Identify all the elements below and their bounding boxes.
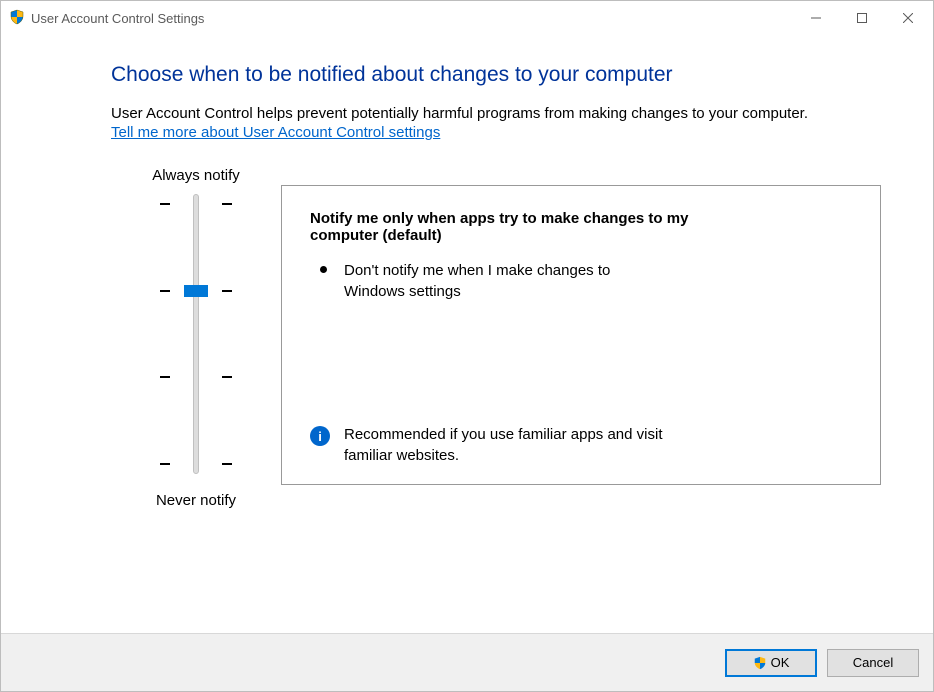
slider-tick (222, 463, 232, 465)
learn-more-link[interactable]: Tell me more about User Account Control … (111, 124, 440, 141)
page-heading: Choose when to be notified about changes… (111, 63, 881, 87)
info-icon: i (310, 426, 330, 446)
maximize-button[interactable] (839, 3, 885, 33)
uac-shield-icon (9, 9, 25, 28)
slider-track (193, 194, 199, 474)
slider-tick (160, 203, 170, 205)
window-title: User Account Control Settings (31, 11, 204, 26)
minimize-button[interactable] (793, 3, 839, 33)
slider-tick (160, 463, 170, 465)
slider-tick (222, 290, 232, 292)
notification-slider[interactable] (166, 194, 226, 474)
slider-top-label: Always notify (111, 167, 281, 184)
panel-title: Notify me only when apps try to make cha… (310, 210, 690, 244)
content-area: Choose when to be notified about changes… (1, 35, 933, 633)
panel-bullets: Don't notify me when I make changes to W… (310, 260, 852, 302)
ok-button-label: OK (771, 655, 790, 670)
titlebar: User Account Control Settings (1, 1, 933, 35)
cancel-button[interactable]: Cancel (827, 649, 919, 677)
slider-thumb[interactable] (184, 285, 208, 297)
footer: OK Cancel (1, 633, 933, 691)
uac-shield-icon (753, 656, 767, 670)
slider-tick (222, 376, 232, 378)
slider-bottom-label: Never notify (111, 492, 281, 509)
panel-recommendation: i Recommended if you use familiar apps a… (310, 404, 710, 466)
slider-tick (160, 376, 170, 378)
window: User Account Control Settings Choose whe… (0, 0, 934, 692)
close-button[interactable] (885, 3, 931, 33)
slider-tick (160, 290, 170, 292)
page-description: User Account Control helps prevent poten… (111, 105, 881, 122)
details-panel: Notify me only when apps try to make cha… (281, 185, 881, 485)
panel-bullet-item: Don't notify me when I make changes to W… (310, 260, 670, 302)
ok-button[interactable]: OK (725, 649, 817, 677)
slider-tick (222, 203, 232, 205)
panel-recommendation-text: Recommended if you use familiar apps and… (344, 424, 710, 466)
cancel-button-label: Cancel (853, 655, 893, 670)
slider-column: Always notify Never notify (111, 167, 281, 509)
